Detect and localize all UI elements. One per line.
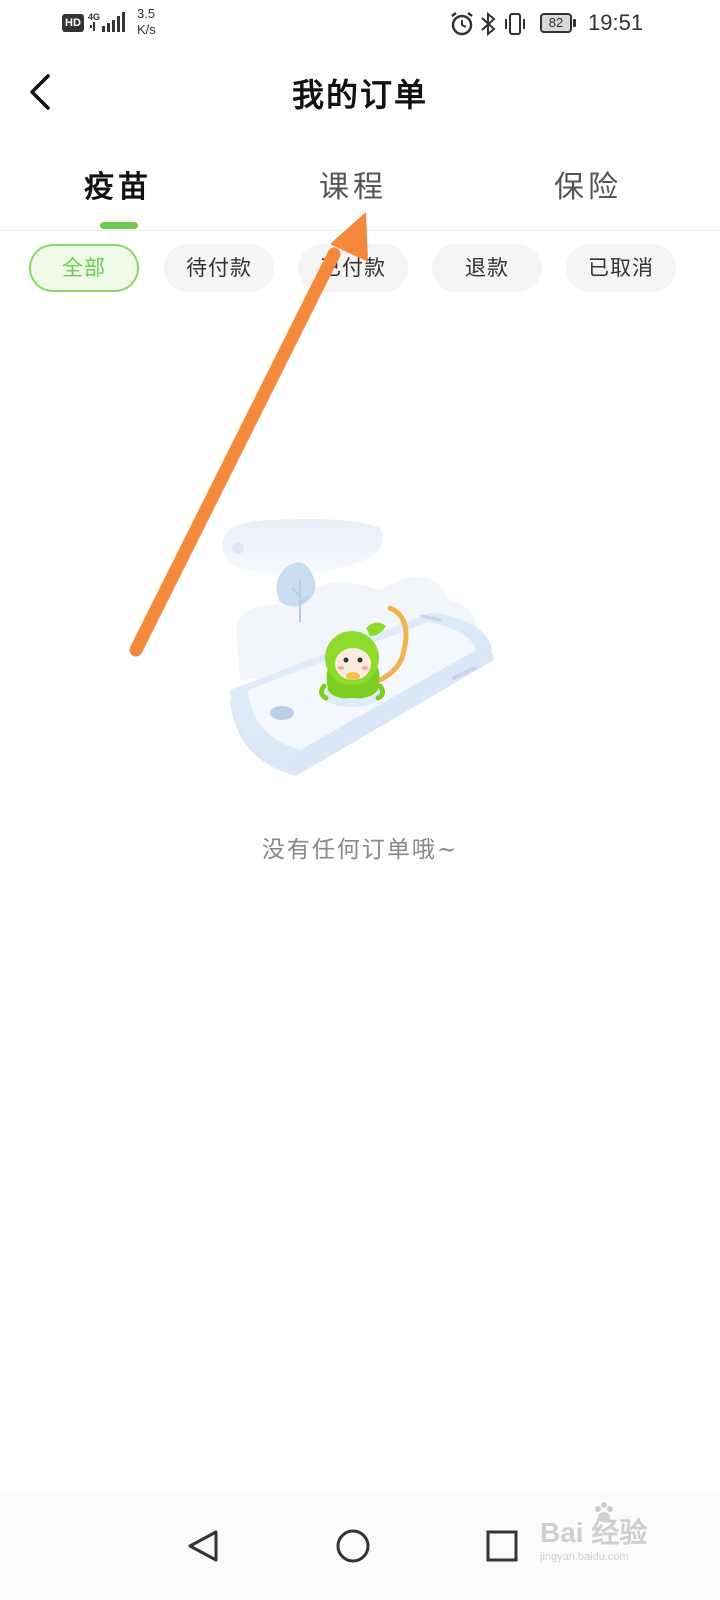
order-type-tabs: 疫苗 课程 保险 (0, 150, 720, 230)
page-title: 我的订单 (291, 76, 428, 114)
filter-cancelled-chip[interactable]: 已取消 (566, 244, 676, 292)
network-speed: 3.5 K/s (137, 6, 156, 38)
divider (0, 230, 720, 231)
alarm-icon (451, 12, 473, 36)
tab-insurance[interactable]: 保险 (488, 162, 688, 206)
empty-orders-illustration (221, 519, 494, 776)
square-recents-icon[interactable] (472, 1510, 532, 1582)
filter-all-chip[interactable]: 全部 (29, 244, 139, 292)
circle-home-icon[interactable] (323, 1510, 383, 1582)
bluetooth-icon (481, 11, 496, 37)
status-filter-chips: 全部 待付款 已付款 退款 已取消 (0, 244, 720, 294)
tab-active-indicator (100, 222, 138, 229)
filter-refund-chip[interactable]: 退款 (432, 244, 542, 292)
network-label: 4G (88, 12, 100, 22)
watermark-url: jingyan.baidu.com (540, 1551, 629, 1563)
vibrate-icon (505, 13, 525, 35)
signal-icon: 4G (88, 12, 125, 32)
triangle-back-icon[interactable] (172, 1510, 232, 1582)
speed-value: 3.5 (137, 6, 156, 21)
paw-icon (595, 1502, 613, 1522)
tab-course[interactable]: 课程 (253, 162, 453, 206)
hd-badge: HD (62, 14, 84, 32)
empty-message: 没有任何订单哦~ (261, 837, 459, 863)
orders-screen: HD 4G 3.5 K/s 82 19:51 我的订单 疫苗 课程 保险 全部 … (0, 0, 720, 1600)
clock: 19:51 (588, 10, 644, 35)
battery-icon: 82 (540, 13, 576, 33)
tab-vaccine[interactable]: 疫苗 (18, 162, 218, 206)
status-bar: HD 4G 3.5 K/s 82 19:51 (0, 0, 720, 48)
speed-unit: K/s (137, 22, 156, 37)
filter-pending-payment-chip[interactable]: 待付款 (164, 244, 274, 292)
filter-paid-chip[interactable]: 已付款 (298, 244, 408, 292)
baidu-watermark: Bai 经验 jingyan.baidu.com (540, 1502, 710, 1575)
